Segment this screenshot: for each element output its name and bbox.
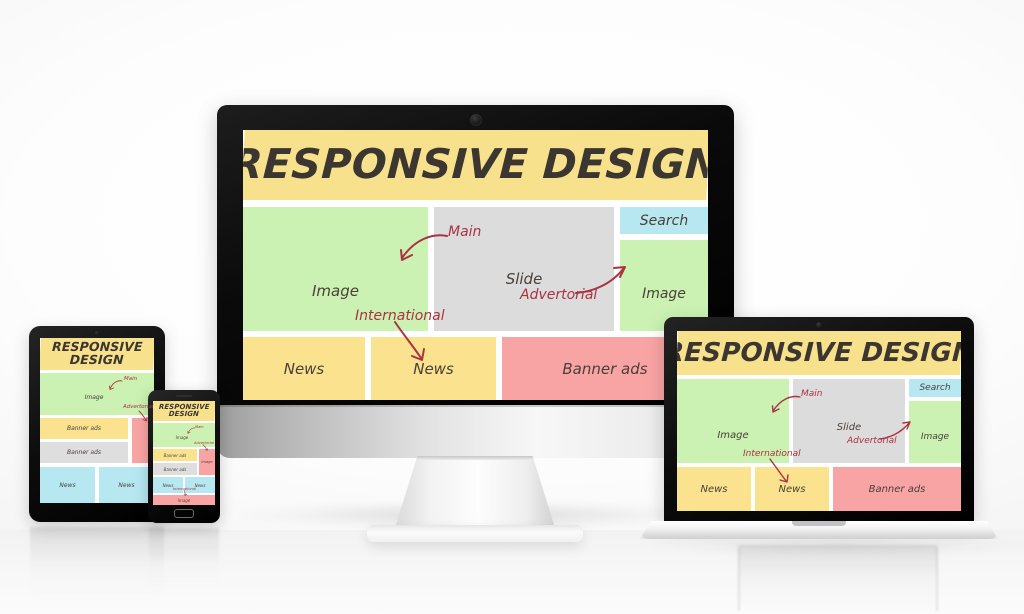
smartphone: RESPONSIVE DESIGN Image Banner ads Banne…	[148, 390, 220, 523]
monitor-chassis-chin	[217, 405, 734, 458]
desktop-monitor: RESPONSIVE DESIGN Image Slide Search Ima…	[217, 105, 734, 542]
block-label: News	[778, 483, 806, 495]
laptop-screen[interactable]: RESPONSIVE DESIGN Image Slide Search Ima…	[677, 331, 961, 511]
block-label: Banner ads	[163, 452, 187, 458]
tablet-screen[interactable]: RESPONSIVE DESIGN Image Banner ads Banne…	[40, 338, 154, 503]
block-label: Image	[312, 282, 359, 300]
block-label: Image	[175, 434, 189, 440]
monitor-block-search[interactable]: Search	[620, 207, 708, 234]
laptop-block-search[interactable]: Search	[909, 379, 961, 397]
block-label: Search	[919, 383, 951, 393]
block-label: Image	[920, 432, 950, 442]
camera-icon	[469, 114, 482, 126]
block-label: News	[162, 482, 174, 488]
home-button[interactable]	[174, 509, 194, 518]
tablet-reflection	[30, 527, 164, 599]
camera-icon	[816, 322, 822, 328]
block-label: News	[283, 359, 325, 378]
block-label: Banner ads	[868, 483, 926, 495]
block-label: News	[700, 483, 728, 495]
laptop-block-slide[interactable]: Slide	[793, 379, 905, 463]
laptop-reflection	[738, 545, 938, 611]
block-label: News	[118, 481, 135, 489]
monitor-stand-neck	[395, 456, 555, 528]
block-label: Image	[201, 460, 213, 464]
monitor-block-image-left[interactable]: Image	[243, 207, 428, 331]
block-label: Image	[177, 497, 191, 503]
laptop-block-image-right[interactable]: Image	[909, 401, 961, 463]
phone-block-news-2[interactable]: News	[185, 477, 215, 493]
block-label: Banner ads	[66, 425, 102, 432]
monitor-title-block: RESPONSIVE DESIGN	[243, 130, 708, 200]
block-label: Slide	[836, 421, 862, 433]
speaker-icon	[176, 395, 192, 397]
block-label: News	[413, 359, 454, 378]
laptop-block-news-2[interactable]: News	[755, 467, 829, 511]
monitor-screen[interactable]: RESPONSIVE DESIGN Image Slide Search Ima…	[243, 130, 708, 400]
monitor-block-news-2[interactable]: News	[371, 337, 496, 400]
block-label: Slide	[505, 270, 543, 288]
block-label: Image	[717, 429, 749, 441]
monitor-block-news-1[interactable]: News	[243, 337, 365, 400]
phone-title-line2: DESIGN	[168, 410, 200, 418]
phone-block-bottom-image[interactable]: Image	[153, 495, 215, 505]
tablet-block-news-1[interactable]: News	[40, 467, 95, 503]
block-label: Banner ads	[562, 359, 648, 378]
laptop-block-image-left[interactable]: Image	[677, 379, 789, 463]
phone-title-block: RESPONSIVE DESIGN	[153, 401, 215, 421]
laptop-trackpad-notch	[792, 521, 846, 526]
block-label: Image	[84, 393, 104, 401]
tablet-block-banner-ads-grey[interactable]: Banner ads	[40, 442, 128, 463]
monitor-title-text: RESPONSIVE DESIGN	[243, 140, 708, 189]
tablet-block-image[interactable]: Image	[40, 373, 154, 415]
tablet-title-block: RESPONSIVE DESIGN	[40, 338, 154, 370]
monitor-stand-base	[367, 525, 583, 542]
block-label: Image	[642, 285, 686, 302]
phone-block-news-1[interactable]: News	[153, 477, 183, 493]
block-label: Banner ads	[66, 449, 102, 456]
laptop: RESPONSIVE DESIGN Image Slide Search Ima…	[640, 317, 1024, 542]
phone-block-image[interactable]: Image	[153, 423, 215, 447]
laptop-block-news-1[interactable]: News	[677, 467, 751, 511]
monitor-block-slide[interactable]: Slide	[434, 207, 614, 331]
phone-block-side-image[interactable]: Image	[199, 449, 215, 475]
tablet-title-line2: DESIGN	[69, 352, 125, 367]
camera-icon	[95, 331, 99, 335]
phone-screen[interactable]: RESPONSIVE DESIGN Image Banner ads Banne…	[153, 401, 215, 505]
phone-block-banner-ads-grey[interactable]: Banner ads	[153, 463, 197, 475]
laptop-block-banner-ads[interactable]: Banner ads	[833, 467, 961, 511]
phone-block-banner-ads-yellow[interactable]: Banner ads	[153, 449, 197, 461]
block-label: News	[194, 482, 206, 488]
tablet: RESPONSIVE DESIGN Image Banner ads Banne…	[29, 326, 165, 522]
block-label: News	[59, 481, 76, 489]
laptop-title-block: RESPONSIVE DESIGN	[677, 331, 961, 375]
tablet-block-news-2[interactable]: News	[99, 467, 154, 503]
phone-reflection	[149, 528, 219, 590]
block-label: Banner ads	[163, 466, 187, 472]
scene: RESPONSIVE DESIGN Image Slide Search Ima…	[0, 0, 1024, 614]
laptop-title-text: RESPONSIVE DESIGN	[677, 337, 961, 368]
block-label: Search	[639, 212, 689, 229]
tablet-block-banner-ads-yellow[interactable]: Banner ads	[40, 418, 128, 439]
